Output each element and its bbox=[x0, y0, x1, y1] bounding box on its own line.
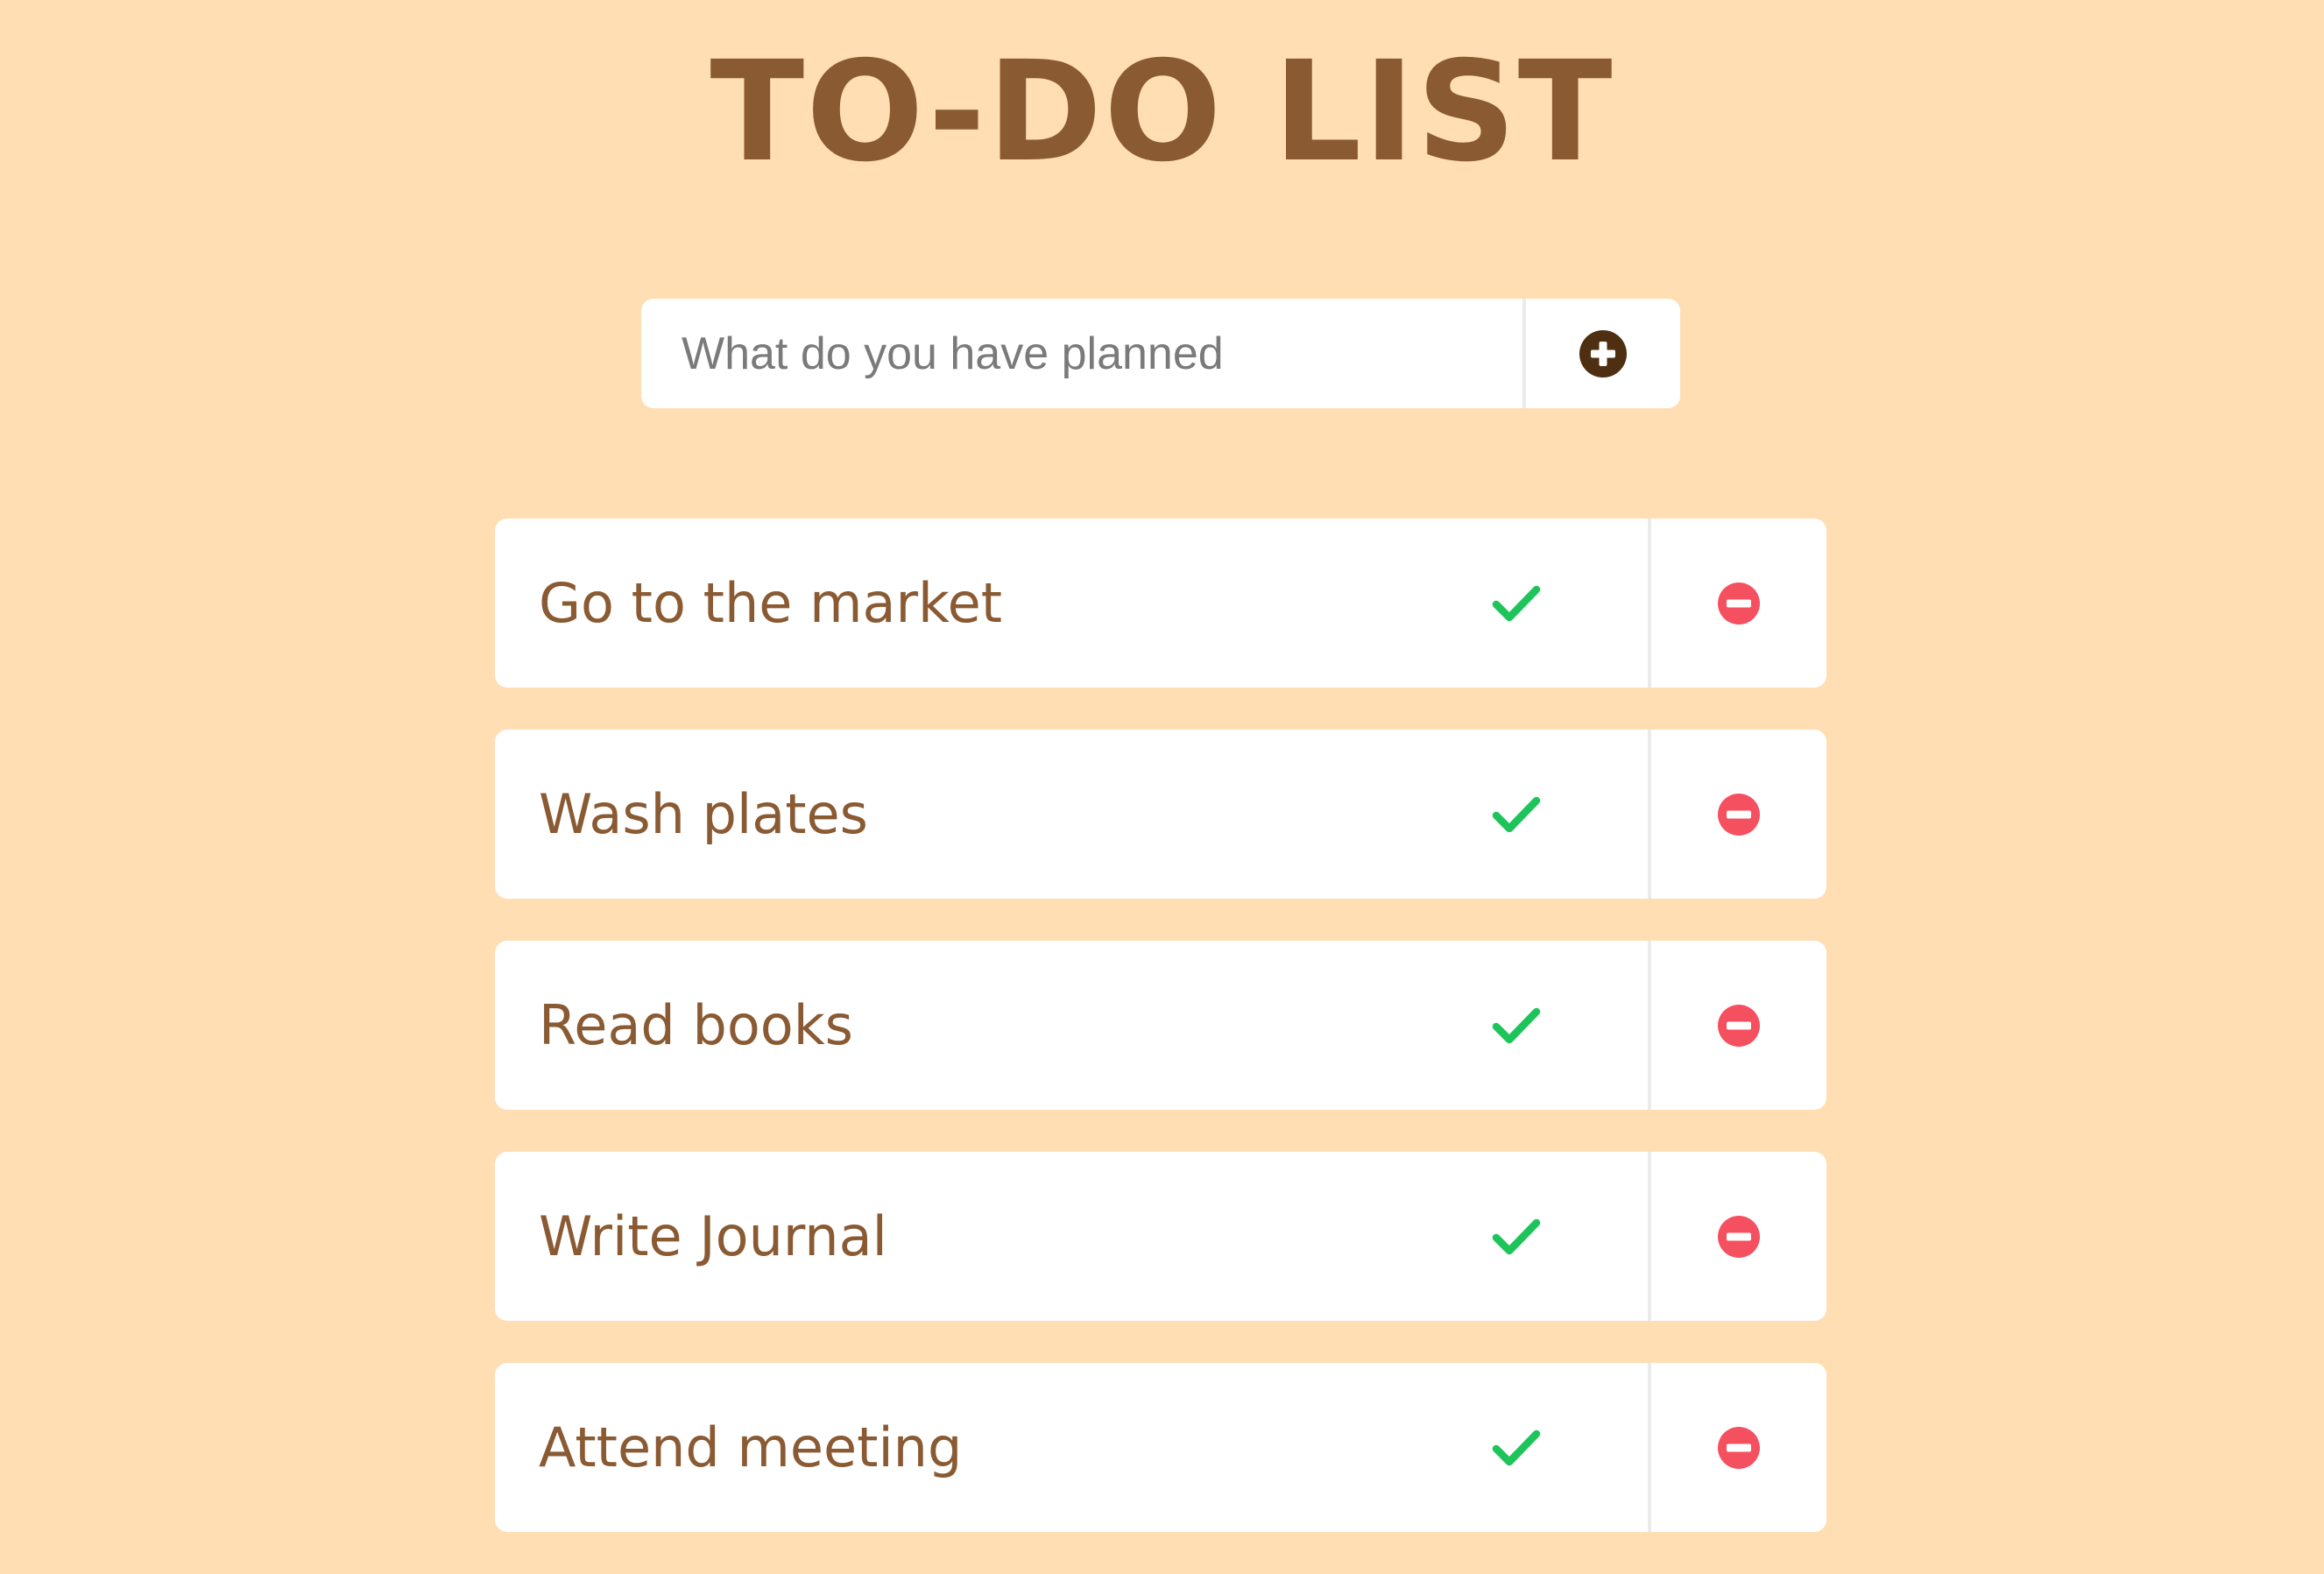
check-icon bbox=[1492, 585, 1541, 621]
todo-text: Write Journal bbox=[539, 1204, 887, 1268]
todo-text: Go to the market bbox=[539, 571, 1003, 635]
todo-body: Write Journal bbox=[495, 1152, 1648, 1321]
todo-item: Attend meeting bbox=[495, 1363, 1826, 1532]
remove-button[interactable] bbox=[1651, 519, 1826, 688]
todo-text: Wash plates bbox=[539, 782, 868, 846]
todo-item: Write Journal bbox=[495, 1152, 1826, 1321]
todo-item: Wash plates bbox=[495, 730, 1826, 899]
remove-button[interactable] bbox=[1651, 1363, 1826, 1532]
plus-circle-icon bbox=[1579, 329, 1627, 378]
complete-button[interactable] bbox=[1446, 1363, 1586, 1532]
check-icon bbox=[1492, 1007, 1541, 1043]
minus-circle-icon bbox=[1718, 1004, 1760, 1047]
minus-circle-icon bbox=[1718, 793, 1760, 836]
minus-circle-icon bbox=[1718, 582, 1760, 625]
check-icon bbox=[1492, 796, 1541, 832]
todo-list: Go to the market Wash plates Read books … bbox=[495, 519, 1826, 1574]
add-todo-form bbox=[641, 299, 1680, 408]
remove-button[interactable] bbox=[1651, 941, 1826, 1110]
add-todo-button[interactable] bbox=[1526, 299, 1680, 408]
todo-item: Go to the market bbox=[495, 519, 1826, 688]
page-title: TO-DO LIST bbox=[710, 32, 1614, 193]
remove-button[interactable] bbox=[1651, 1152, 1826, 1321]
todo-text: Attend meeting bbox=[539, 1415, 963, 1479]
todo-body: Read books bbox=[495, 941, 1648, 1110]
todo-input[interactable] bbox=[641, 299, 1522, 408]
complete-button[interactable] bbox=[1446, 941, 1586, 1110]
todo-body: Go to the market bbox=[495, 519, 1648, 688]
complete-button[interactable] bbox=[1446, 1152, 1586, 1321]
check-icon bbox=[1492, 1218, 1541, 1254]
remove-button[interactable] bbox=[1651, 730, 1826, 899]
todo-body: Attend meeting bbox=[495, 1363, 1648, 1532]
todo-item: Read books bbox=[495, 941, 1826, 1110]
complete-button[interactable] bbox=[1446, 730, 1586, 899]
todo-body: Wash plates bbox=[495, 730, 1648, 899]
complete-button[interactable] bbox=[1446, 519, 1586, 688]
check-icon bbox=[1492, 1429, 1541, 1465]
todo-text: Read books bbox=[539, 993, 853, 1057]
minus-circle-icon bbox=[1718, 1215, 1760, 1258]
minus-circle-icon bbox=[1718, 1426, 1760, 1469]
